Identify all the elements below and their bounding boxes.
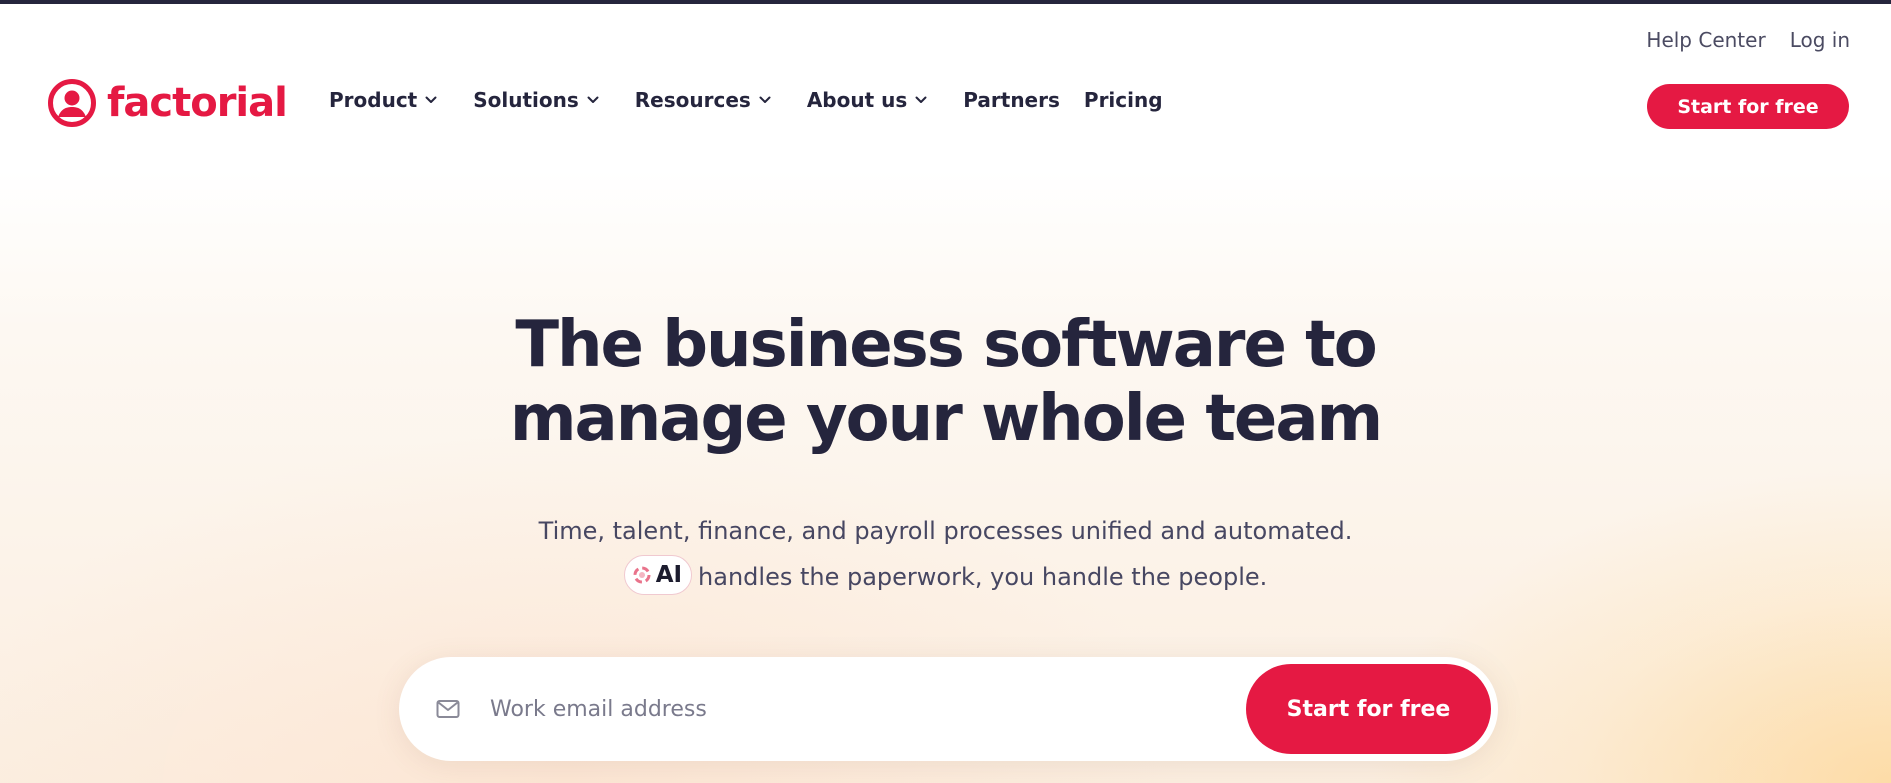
- ai-badge-label: AI: [655, 562, 683, 588]
- hero-subtitle-line: AI handles the paperwork, you handle the…: [0, 554, 1891, 600]
- hero-title: The business software to manage your who…: [0, 308, 1891, 456]
- work-email-input[interactable]: [490, 685, 1110, 733]
- hero-title-line: The business software to: [515, 308, 1377, 382]
- log-in-link[interactable]: Log in: [1790, 28, 1850, 52]
- hero-subtitle: Time, talent, finance, and payroll proce…: [0, 508, 1891, 600]
- hero-subtitle-text: handles the paperwork, you handle the pe…: [698, 563, 1268, 591]
- email-start-for-free-button[interactable]: Start for free: [1246, 664, 1491, 754]
- main-nav: Product Solutions Resources About us Par…: [329, 88, 1187, 112]
- mail-icon: [436, 699, 460, 719]
- help-center-link[interactable]: Help Center: [1646, 28, 1765, 52]
- nav-item-label: About us: [806, 88, 908, 112]
- email-signup-form: Start for free: [399, 657, 1498, 761]
- nav-item-label: Pricing: [1083, 88, 1163, 112]
- start-for-free-button[interactable]: Start for free: [1647, 84, 1849, 129]
- top-accent-strip: [0, 0, 1891, 4]
- nav-item-resources[interactable]: Resources: [635, 88, 771, 112]
- utility-nav: Help Center Log in: [1646, 28, 1850, 52]
- chevron-down-icon: [915, 96, 927, 104]
- chevron-down-icon: [425, 96, 437, 104]
- logo-wordmark: factorial: [107, 80, 288, 126]
- hero-subtitle-line: Time, talent, finance, and payroll proce…: [538, 517, 1353, 545]
- nav-item-label: Product: [329, 88, 418, 112]
- nav-item-product[interactable]: Product: [329, 88, 437, 112]
- factorial-ai-icon: [632, 565, 652, 585]
- hero-title-line: manage your whole team: [509, 382, 1383, 456]
- nav-item-label: Solutions: [473, 88, 579, 112]
- ai-badge: AI: [623, 555, 693, 595]
- nav-item-about-us[interactable]: About us: [807, 88, 927, 112]
- nav-item-label: Partners: [963, 88, 1060, 112]
- nav-item-label: Resources: [634, 88, 751, 112]
- factorial-logo[interactable]: factorial: [47, 78, 288, 128]
- nav-item-partners[interactable]: Partners: [963, 88, 1060, 112]
- chevron-down-icon: [587, 96, 599, 104]
- nav-item-solutions[interactable]: Solutions: [473, 88, 599, 112]
- factorial-person-circle-icon: [47, 78, 97, 128]
- chevron-down-icon: [759, 96, 771, 104]
- nav-item-pricing[interactable]: Pricing: [1084, 88, 1163, 112]
